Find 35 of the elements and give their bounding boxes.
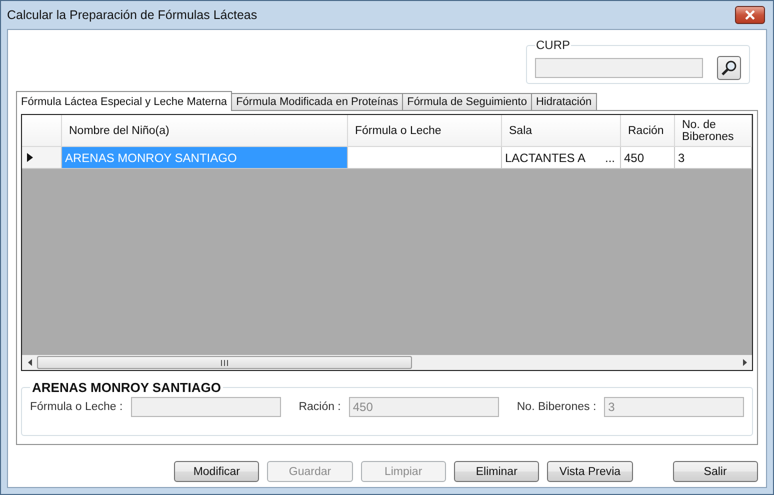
curp-label: CURP [535, 38, 572, 52]
row-header[interactable] [22, 147, 62, 169]
tab[interactable]: Fórmula de Seguimiento [402, 93, 532, 111]
table-cell: LACTANTES A ... [502, 147, 621, 169]
column-header[interactable]: Nombre del Niño(a) [62, 115, 348, 147]
field-label: Ración : [298, 401, 341, 413]
action-button[interactable]: Vista Previa [547, 461, 633, 482]
curp-field[interactable] [535, 58, 703, 78]
column-header[interactable]: No. de Biberones [675, 115, 752, 147]
field-label: No. Biberones : [516, 401, 596, 413]
scroll-left-icon[interactable] [28, 359, 32, 366]
horizontal-scrollbar[interactable] [22, 355, 752, 370]
action-button[interactable]: Eliminar [454, 461, 540, 482]
close-button[interactable] [735, 6, 765, 24]
close-icon [744, 10, 756, 20]
table-cell: ARENAS MONROY SANTIAGO [62, 147, 348, 169]
field-label: Fórmula o Leche : [30, 401, 123, 413]
table-cell: 3 [675, 147, 752, 169]
table-cell: 450 [621, 147, 675, 169]
search-button[interactable] [717, 56, 741, 80]
detail-title: ARENAS MONROY SANTIAGO [31, 380, 222, 395]
grip-icon [221, 360, 228, 366]
header-corner [22, 115, 62, 147]
ellipsis-button[interactable]: ... [604, 150, 615, 164]
column-header[interactable]: Fórmula o Leche [348, 115, 502, 147]
window-title: Calcular la Preparación de Fórmulas Lácteas [7, 8, 258, 22]
column-header[interactable]: Ración [621, 115, 675, 147]
row-pointer-icon [27, 153, 33, 162]
tab[interactable]: Hidratación [530, 93, 597, 111]
column-header[interactable]: Sala [502, 115, 621, 147]
action-button[interactable]: Modificar [174, 461, 260, 482]
action-button[interactable]: Salir [672, 461, 758, 482]
scroll-right-icon[interactable] [742, 359, 746, 366]
tab[interactable]: Fórmula Modificada en Proteínas [231, 93, 404, 111]
tab[interactable]: Fórmula Láctea Especial y Leche Materna [16, 91, 232, 111]
